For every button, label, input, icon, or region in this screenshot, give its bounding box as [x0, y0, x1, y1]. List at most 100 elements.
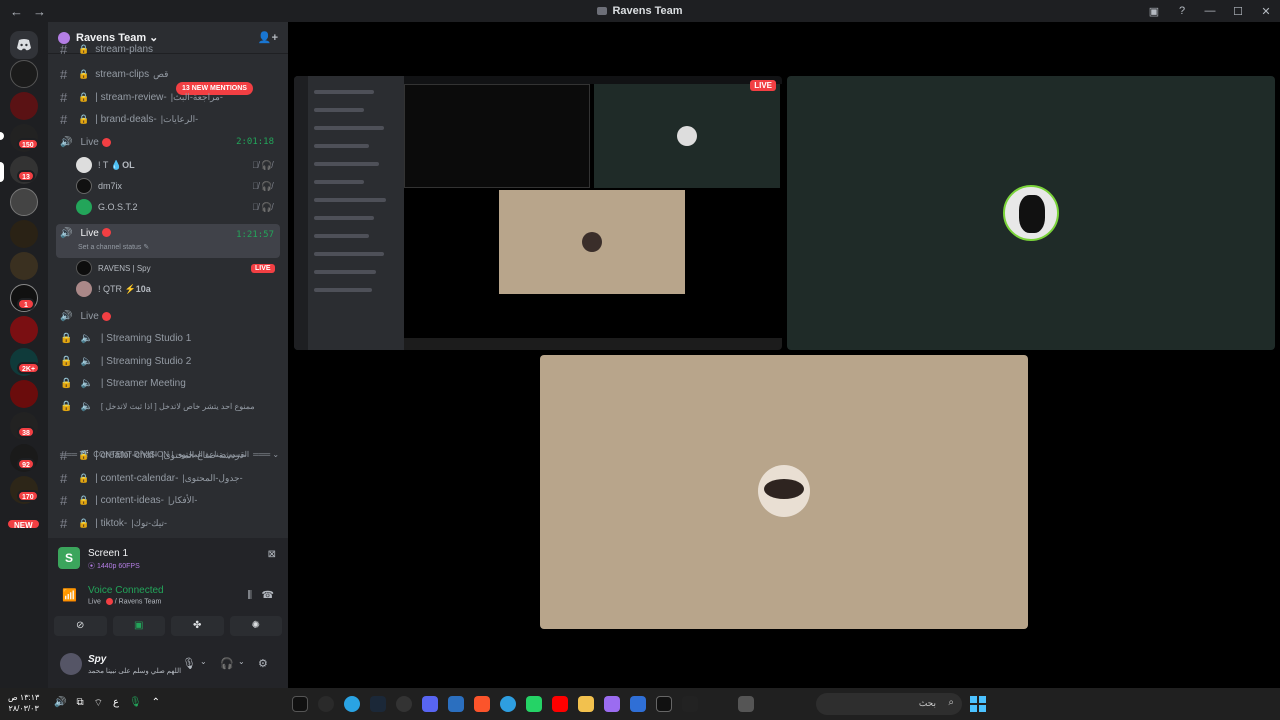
voice-user[interactable]: ! T 💧 OL 🎙̸ 🎧̸	[76, 155, 272, 175]
mic-tray-icon[interactable]: 🎙	[129, 697, 142, 710]
channel-item[interactable]: # 🔒 | brand-deals- |الرعايات-	[56, 108, 280, 130]
whatsapp-app-icon[interactable]	[526, 696, 542, 712]
channel-status[interactable]: Set a channel status ✎	[78, 243, 149, 251]
hash-icon: #	[60, 89, 68, 105]
minimize-button[interactable]: —	[1196, 5, 1224, 17]
discord-home-button[interactable]	[10, 31, 38, 59]
maximize-button[interactable]: ☐	[1224, 5, 1252, 18]
chevron-down-icon[interactable]: ⌄	[238, 657, 245, 666]
stream-tile-avatar[interactable]	[787, 76, 1275, 350]
nested-tile	[404, 84, 590, 188]
help-icon[interactable]: ?	[1168, 5, 1196, 17]
close-button[interactable]: ✕	[1252, 5, 1280, 18]
settings-gear-icon[interactable]: ⚙	[258, 657, 268, 670]
server-icon[interactable]	[10, 316, 38, 344]
disconnect-icon[interactable]: ☎	[262, 590, 274, 601]
voice-connected-label[interactable]: Voice Connected	[88, 585, 164, 596]
voice-user[interactable]: ! QTR ⚡ 10a	[76, 279, 151, 299]
server-icon[interactable]	[10, 252, 38, 280]
user-name: ! QTR	[98, 284, 122, 294]
nested-tile	[594, 84, 780, 188]
app-icon[interactable]	[318, 696, 334, 712]
app-icon[interactable]	[448, 696, 464, 712]
volume-icon[interactable]: 🔊	[54, 697, 66, 710]
stop-sharing-icon[interactable]: ⊠	[268, 549, 276, 560]
channel-name-rtl: |الأفكار-	[167, 494, 198, 505]
channel-name-rtl: |جدول-المحتوى-	[182, 472, 243, 483]
screen-share-card[interactable]: S Screen 1 ⦿ 1440p 60FPS ⊠	[54, 543, 282, 577]
channel-item[interactable]: # 🔒 stream-plans	[56, 42, 280, 56]
epic-games-app-icon[interactable]	[656, 696, 672, 712]
live-dot-icon	[105, 598, 113, 605]
inbox-icon[interactable]: ▣	[1140, 5, 1168, 18]
voice-channel[interactable]: 🔒 🔈 ممنوع احد يتشر خاص لاتدخل [ اذا ثبث لا…	[56, 395, 280, 417]
muted-deafened-icon: 🎙̸ 🎧̸	[252, 159, 273, 170]
voice-user[interactable]: dm7ix 🎙̸ 🎧̸	[76, 176, 272, 196]
wifi-icon[interactable]: ⌔	[94, 697, 103, 710]
tray-overflow-icon[interactable]: ⌃	[152, 697, 160, 710]
call-timer: 2:01:18	[236, 137, 274, 147]
channel-item[interactable]: # 🔒 | stream-review- |مراجعة-البث-	[56, 86, 280, 108]
noise-suppression-icon[interactable]: ⫼	[247, 590, 252, 601]
voice-channel[interactable]: 🔒 🔈 | Streamer Meeting	[56, 372, 280, 394]
channel-name: | brand-deals-	[95, 113, 157, 125]
voice-user[interactable]: RAVENS | Spy LIVE	[76, 258, 275, 278]
activities-button[interactable]: ✤	[171, 616, 224, 636]
server-icon[interactable]	[10, 188, 38, 216]
avatar	[76, 260, 92, 276]
server-icon[interactable]	[10, 380, 38, 408]
stream-tile-avatar[interactable]	[540, 355, 1028, 629]
edge-app-icon[interactable]	[500, 696, 516, 712]
brave-app-icon[interactable]	[474, 696, 490, 712]
display-icon[interactable]: ⧉	[76, 697, 83, 710]
voice-location[interactable]: Live / Ravens Team	[88, 598, 161, 605]
windows-start-icon[interactable]	[970, 696, 986, 712]
server-icon[interactable]	[10, 220, 38, 248]
hash-icon: #	[60, 492, 68, 508]
nested-row	[314, 180, 364, 184]
mic-icon[interactable]: 🎙	[182, 657, 196, 670]
voice-channel-live-1[interactable]: 🔊 Live 2:01:18	[56, 131, 280, 153]
voice-channel[interactable]: 🔒 🔈 | Streaming Studio 1	[56, 327, 280, 349]
copilot-app-icon[interactable]	[604, 696, 620, 712]
file-explorer-icon[interactable]	[578, 696, 594, 712]
chevron-down-icon[interactable]: ⌄	[200, 657, 207, 666]
channel-item[interactable]: # 🔒 | creator-chat- |دردشة-صناع-المحتوى-	[56, 444, 280, 466]
capcut-app-icon[interactable]	[682, 696, 698, 712]
live-dot-icon	[101, 228, 111, 237]
soundboard-button[interactable]: ✺	[229, 616, 282, 636]
clock[interactable]: ١٣:١٣ ص ٢٨/٠٣/٠٣	[8, 692, 39, 714]
store-app-icon[interactable]	[630, 696, 646, 712]
avatar[interactable]	[60, 653, 82, 675]
steelseries-app-icon[interactable]	[396, 696, 412, 712]
voice-user[interactable]: G.O.S.T.2 🎙̸ 🎧̸	[76, 197, 272, 217]
stream-tile-screen[interactable]: LIVE	[294, 76, 782, 350]
steam-app-icon[interactable]	[370, 696, 386, 712]
voice-channel[interactable]: 🔒 🔈 | Streaming Studio 2	[56, 350, 280, 372]
channel-item[interactable]: # 🔒 | content-ideas- |الأفكار-	[56, 489, 280, 511]
avatar	[76, 157, 92, 173]
tiktok-app-icon[interactable]	[292, 696, 308, 712]
camera-off-button[interactable]: ⊘	[54, 616, 107, 636]
channel-item[interactable]: # 🔒 | content-calendar- |جدول-المحتوى-	[56, 467, 280, 489]
youtube-app-icon[interactable]	[552, 696, 568, 712]
server-icon[interactable]	[10, 92, 38, 120]
channel-name: stream-clips	[95, 68, 150, 80]
voice-channel[interactable]: 🔊 Live	[56, 305, 280, 327]
speaker-icon: 🔊	[60, 136, 73, 148]
nested-row	[314, 144, 369, 148]
channel-item[interactable]: # 🔒 | tiktok- |تيك-توك-	[56, 512, 280, 534]
server-icon[interactable]	[10, 60, 38, 88]
telegram-app-icon[interactable]	[344, 696, 360, 712]
channel-name: | Streamer Meeting	[100, 377, 186, 389]
nested-server-rail	[294, 76, 308, 350]
language-indicator[interactable]: ع	[113, 697, 119, 710]
task-view-icon[interactable]	[738, 696, 754, 712]
screen-share-button[interactable]: ▣	[112, 616, 165, 636]
discord-app-icon[interactable]	[422, 696, 438, 712]
voice-channel-live-2[interactable]: 🔊 Live 1:21:57	[56, 224, 280, 258]
headphones-icon[interactable]: 🎧	[220, 657, 234, 670]
user-name: Spy	[88, 654, 107, 665]
new-badge[interactable]: NEW	[6, 518, 41, 530]
taskbar-search[interactable]: بحث ⌕	[816, 693, 962, 715]
